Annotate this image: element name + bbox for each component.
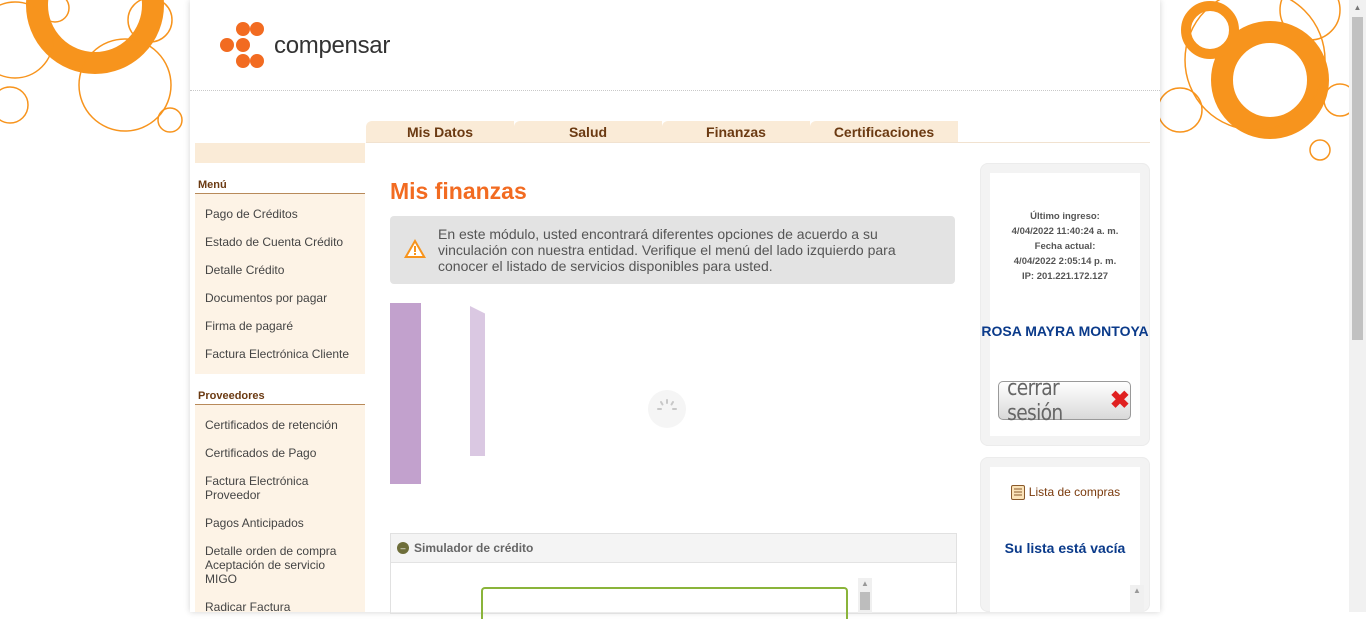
credit-simulator-panel: – Simulador de crédito ▲ [390, 533, 957, 619]
sidebar-item-pagos-anticipados[interactable]: Pagos Anticipados [195, 509, 365, 537]
tab-mis-datos[interactable]: Mis Datos [366, 121, 514, 143]
page-title: Mis finanzas [390, 178, 527, 204]
promo-banner-slide-secondary[interactable] [470, 306, 485, 456]
info-notice: En este módulo, usted encontrará diferen… [390, 216, 955, 284]
logout-button[interactable]: cerrar sesión ✖ [998, 376, 1131, 426]
current-date-label: Fecha actual: [1034, 241, 1096, 252]
close-icon: ✖ [1109, 387, 1130, 414]
header: compensar [190, 0, 1160, 91]
simulator-scrollbar[interactable]: ▲ [858, 578, 872, 613]
warning-icon [404, 239, 426, 258]
scroll-up-arrow-icon[interactable]: ▲ [1349, 0, 1366, 12]
shopping-list-icon [1010, 485, 1025, 500]
sidebar-top-bar [195, 143, 365, 163]
ip-address: IP: 201.221.172.127 [1021, 271, 1109, 282]
sidebar-item-detalle-orden[interactable]: Detalle orden de compra Aceptación de se… [195, 537, 365, 593]
credit-simulator-label: Simulador de crédito [414, 541, 534, 555]
last-login-value: 4/04/2022 11:40:24 a. m. [1011, 226, 1119, 237]
last-login-label: Último ingreso: [1030, 211, 1100, 222]
window-scroll-thumb[interactable] [1352, 17, 1363, 340]
shopping-list-label: Lista de compras [1028, 485, 1121, 499]
notice-text: En este módulo, usted encontrará diferen… [438, 226, 896, 274]
decorative-background-right [1160, 0, 1350, 612]
sidebar-item-cert-pago[interactable]: Certificados de Pago [195, 439, 365, 467]
tab-salud[interactable]: Salud [514, 121, 662, 143]
session-panel: Último ingreso: 4/04/2022 11:40:24 a. m.… [980, 163, 1150, 446]
sidebar-menu-title: Menú [195, 163, 365, 194]
login-info: Último ingreso: 4/04/2022 11:40:24 a. m.… [990, 209, 1140, 284]
sidebar-item-factura-proveedor[interactable]: Factura Electrónica Proveedor [195, 467, 365, 509]
sidebar: Menú Pago de Créditos Estado de Cuenta C… [195, 163, 365, 614]
sidebar-providers-list: Certificados de retención Certificados d… [195, 405, 365, 627]
scroll-up-arrow-icon[interactable]: ▲ [858, 578, 872, 590]
credit-simulator-header[interactable]: – Simulador de crédito [391, 534, 956, 563]
brand-name: compensar [274, 32, 391, 59]
logout-label: cerrar sesión [1007, 375, 1063, 426]
credit-simulator-frame[interactable] [481, 587, 848, 619]
cart-empty-message: Su lista está vacía [1004, 540, 1126, 556]
sidebar-providers-title: Proveedores [195, 374, 365, 405]
sidebar-item-firma-pagare[interactable]: Firma de pagaré [195, 312, 365, 340]
sidebar-item-estado-cuenta[interactable]: Estado de Cuenta Crédito [195, 228, 365, 256]
shopping-list-link[interactable]: Lista de compras [980, 484, 1150, 500]
sidebar-item-documentos[interactable]: Documentos por pagar [195, 284, 365, 312]
compensar-logo[interactable]: compensar [220, 22, 390, 70]
current-date-value: 4/04/2022 2:05:14 p. m. [1013, 256, 1117, 267]
sidebar-item-pago-creditos[interactable]: Pago de Créditos [195, 200, 365, 228]
sidebar-item-detalle-credito[interactable]: Detalle Crédito [195, 256, 365, 284]
cart-scrollbar[interactable]: ▲ [1130, 585, 1144, 612]
decorative-background-left [0, 0, 190, 612]
main-content: Mis finanzas En este módulo, usted encon… [365, 143, 975, 619]
tab-finanzas[interactable]: Finanzas [662, 121, 810, 143]
promo-banner-slide[interactable] [390, 303, 421, 484]
shopping-cart-panel: Lista de compras Su lista está vacía ▲ [980, 457, 1150, 612]
main-tabs: Mis Datos Salud Finanzas Certificaciones [366, 121, 958, 143]
sidebar-item-radicar-factura[interactable]: Radicar Factura [195, 593, 365, 621]
compensar-logo-icon [220, 22, 264, 68]
sidebar-item-cert-retencion[interactable]: Certificados de retención [195, 411, 365, 439]
user-name: ROSA MAYRA MONTOYA [981, 323, 1149, 339]
sidebar-menu-list: Pago de Créditos Estado de Cuenta Crédit… [195, 194, 365, 374]
sidebar-item-factura-cliente[interactable]: Factura Electrónica Cliente [195, 340, 365, 368]
collapse-icon[interactable]: – [397, 542, 409, 554]
loading-spinner-icon [648, 390, 686, 428]
tab-certificaciones[interactable]: Certificaciones [810, 121, 958, 143]
window-scrollbar[interactable]: ▲ [1349, 0, 1366, 612]
page-container: compensar Mis Datos Salud Finanzas Certi… [190, 0, 1160, 619]
scroll-thumb[interactable] [860, 592, 870, 610]
scroll-up-arrow-icon[interactable]: ▲ [1130, 585, 1144, 597]
